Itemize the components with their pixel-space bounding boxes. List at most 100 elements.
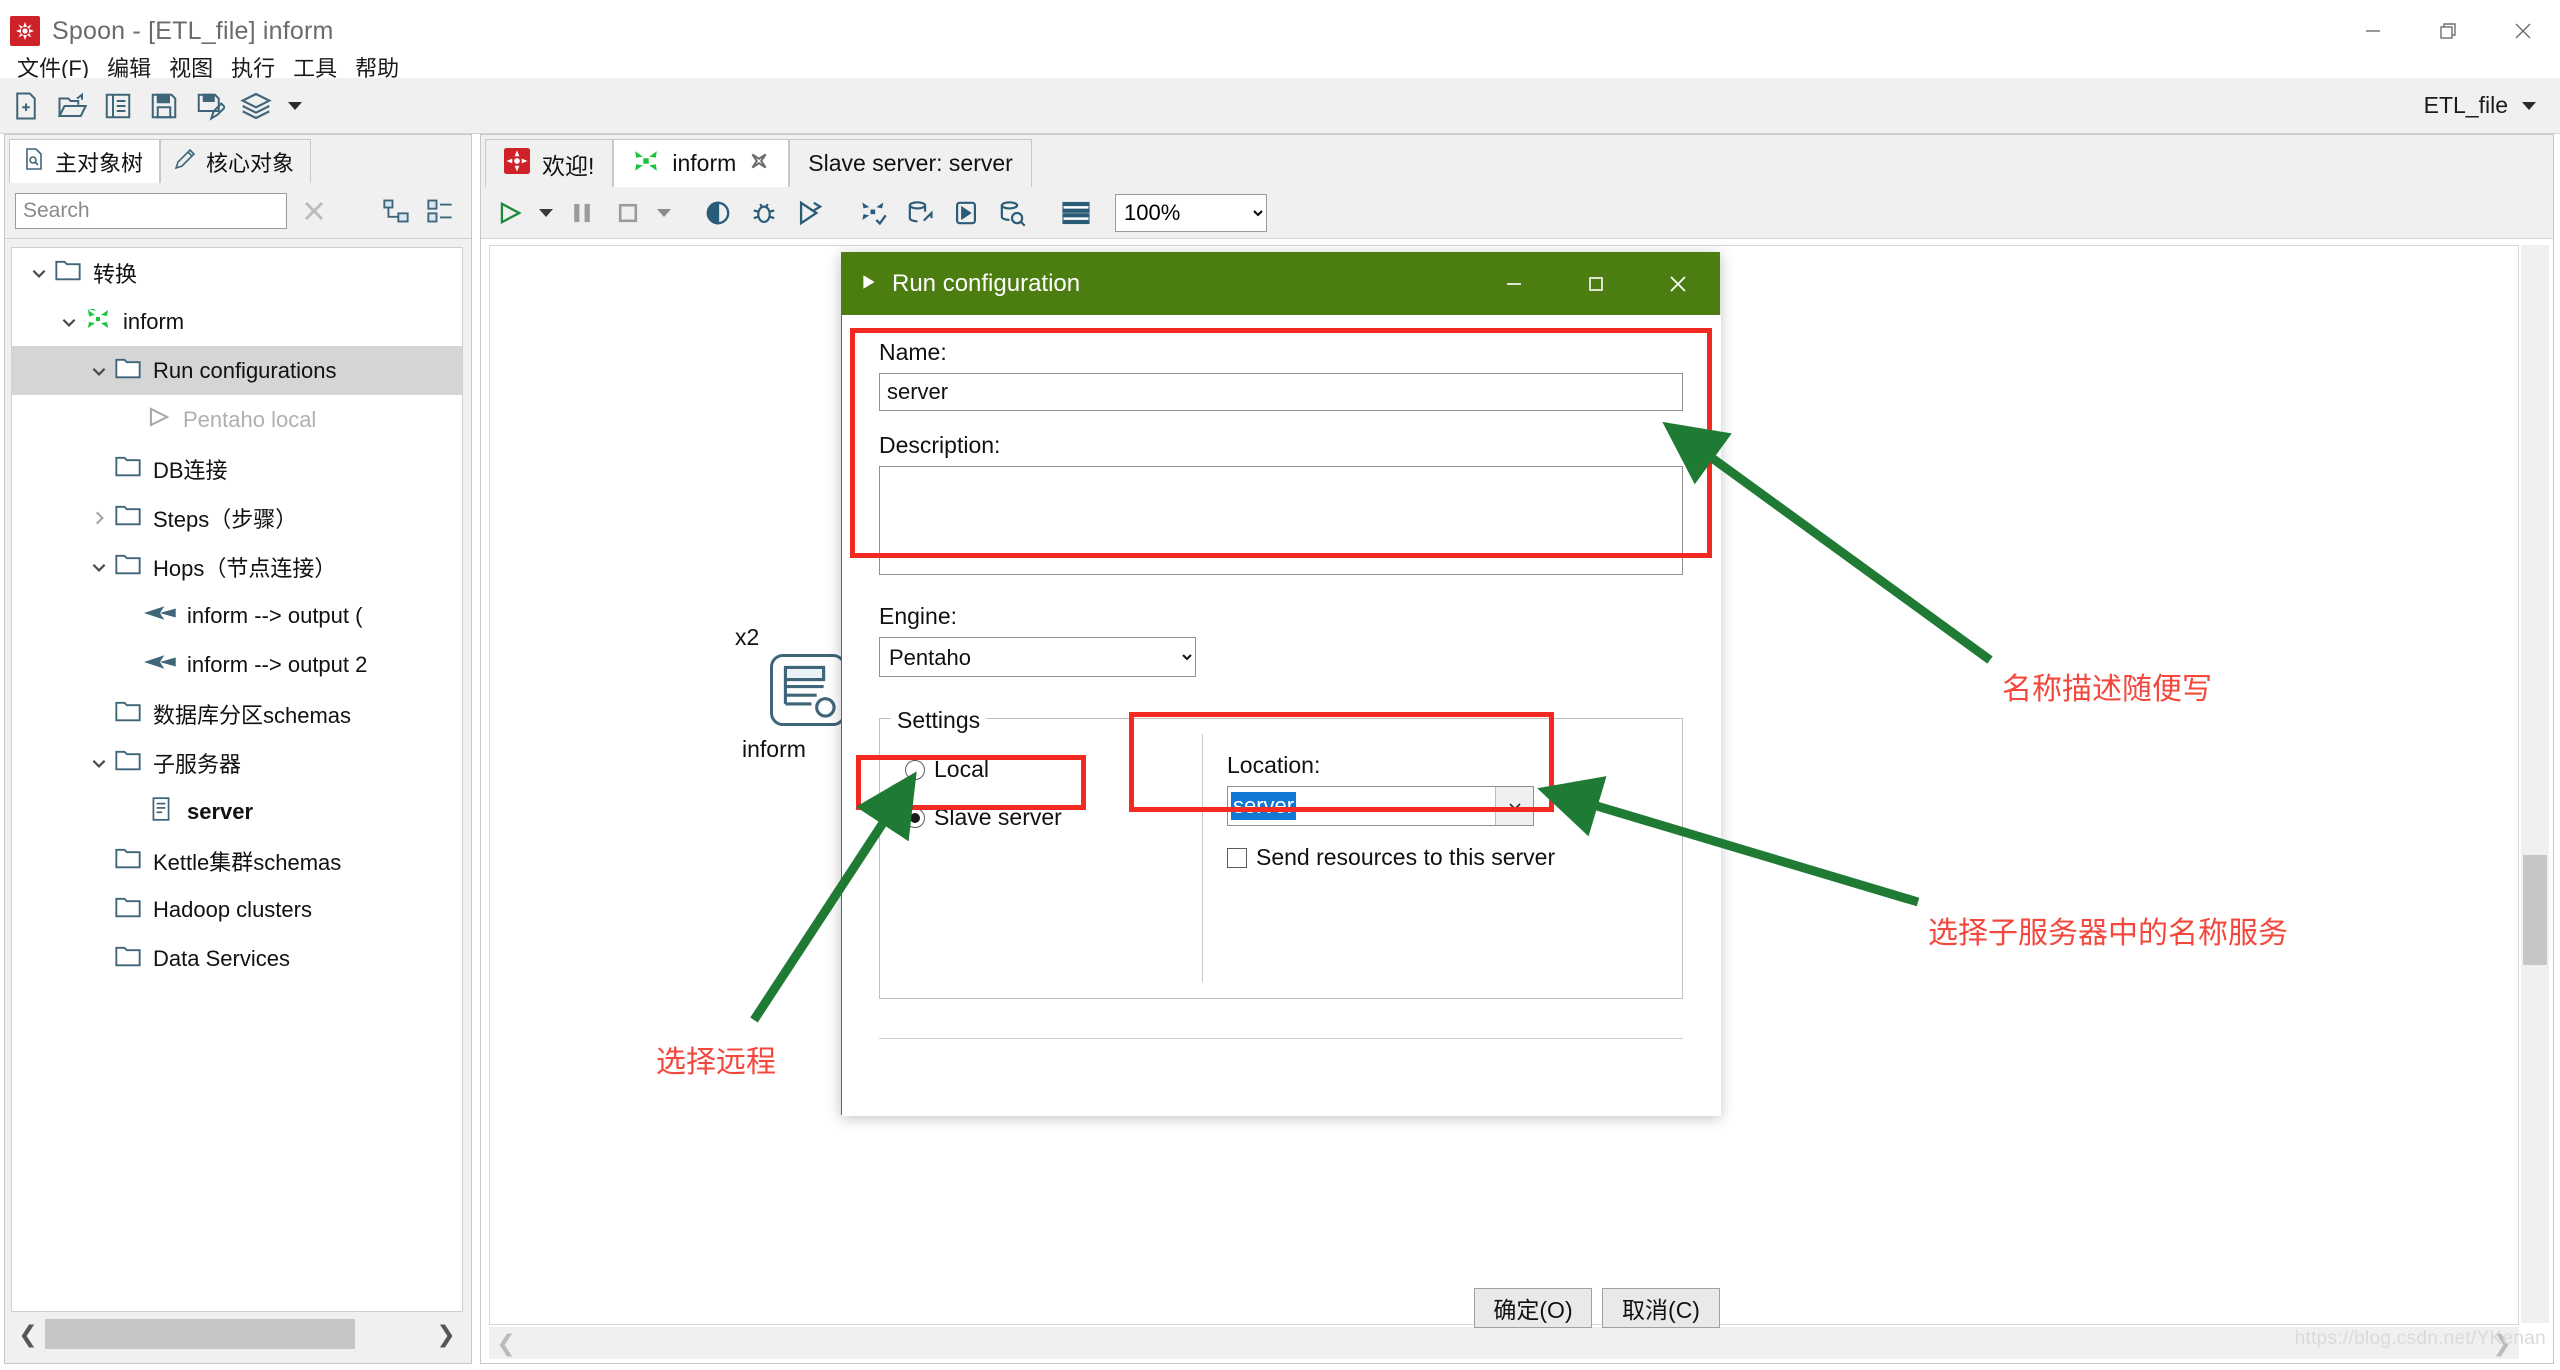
name-label: Name: xyxy=(879,339,947,365)
tree-label: Data Services xyxy=(153,945,290,971)
layers-icon[interactable] xyxy=(236,86,276,126)
tab-core-objects[interactable]: 核心对象 xyxy=(160,139,312,183)
description-label: Description: xyxy=(879,432,1001,458)
tree-item-hop[interactable]: inform --> output ( xyxy=(12,591,462,640)
tree-item-pentaho-local[interactable]: Pentaho local xyxy=(12,395,462,444)
hop-arrow-icon xyxy=(144,652,178,678)
tree-item-data-services[interactable]: Data Services xyxy=(12,934,462,983)
toolbar-dropdown-icon[interactable] xyxy=(282,86,308,126)
run-dropdown-icon[interactable] xyxy=(535,192,557,234)
hop-arrow-icon xyxy=(144,603,178,629)
new-file-icon[interactable] xyxy=(6,86,46,126)
etl-file-menu[interactable]: ETL_file xyxy=(2424,92,2536,119)
scrollbar-thumb[interactable] xyxy=(2523,855,2547,965)
chevron-down-icon[interactable] xyxy=(84,558,114,576)
save-as-icon[interactable] xyxy=(190,86,230,126)
verify-icon[interactable] xyxy=(853,192,895,234)
tab-label: 主对象树 xyxy=(55,150,144,176)
dialog-close-button[interactable] xyxy=(1637,253,1719,315)
tree-item-server[interactable]: server xyxy=(12,787,462,836)
folder-icon xyxy=(114,503,144,533)
description-textarea[interactable] xyxy=(879,466,1683,575)
editor-vertical-scrollbar[interactable] xyxy=(2521,245,2549,1323)
tab-welcome[interactable]: 欢迎! xyxy=(485,139,614,187)
left-panel-horizontal-scrollbar[interactable]: ❮ ❯ xyxy=(11,1315,463,1353)
tree-item-run-configurations[interactable]: Run configurations xyxy=(12,346,462,395)
play-icon xyxy=(860,270,878,298)
location-select[interactable]: server xyxy=(1227,786,1534,826)
object-tree[interactable]: 转换 inform Run configurations Pentaho loc… xyxy=(11,247,463,1312)
preview-icon[interactable] xyxy=(697,192,739,234)
pause-icon[interactable] xyxy=(561,192,603,234)
stop-icon[interactable] xyxy=(607,192,649,234)
tab-label: inform xyxy=(672,150,737,176)
dialog-maximize-button[interactable] xyxy=(1555,253,1637,315)
chevron-down-icon[interactable] xyxy=(84,362,114,380)
tree-label: Hadoop clusters xyxy=(153,896,312,922)
step-table-input-icon[interactable] xyxy=(770,654,846,726)
scrollbar-thumb[interactable] xyxy=(45,1319,355,1349)
close-icon[interactable] xyxy=(748,150,770,178)
server-icon xyxy=(148,796,178,828)
open-folder-icon[interactable] xyxy=(52,86,92,126)
tree-item-transformations[interactable]: 转换 xyxy=(12,248,462,297)
tree-item-slave-servers[interactable]: 子服务器 xyxy=(12,738,462,787)
dialog-minimize-button[interactable] xyxy=(1473,253,1555,315)
scroll-left-icon[interactable]: ❮ xyxy=(11,1315,45,1353)
folder-icon xyxy=(114,944,144,974)
tree-item-partition-schemas[interactable]: 数据库分区schemas xyxy=(12,689,462,738)
stop-dropdown-icon[interactable] xyxy=(653,192,675,234)
radio-button-selected-icon xyxy=(905,807,925,828)
clear-x-icon[interactable] xyxy=(297,194,331,228)
annotation-name-description: 名称描述随便写 xyxy=(2002,673,2212,706)
chevron-right-icon[interactable] xyxy=(84,509,114,527)
chevron-down-icon[interactable] xyxy=(1495,787,1533,825)
sql-icon[interactable] xyxy=(945,192,987,234)
engine-select[interactable]: PentahoSpark xyxy=(879,637,1196,677)
scroll-right-icon[interactable]: ❯ xyxy=(429,1315,463,1353)
explore-icon[interactable] xyxy=(98,86,138,126)
tree-label: inform xyxy=(123,308,185,334)
run-icon[interactable] xyxy=(489,192,531,234)
chevron-down-icon[interactable] xyxy=(84,754,114,772)
ok-button[interactable]: 确定(O) xyxy=(1474,1288,1592,1328)
spoon-icon xyxy=(504,147,530,180)
radio-local[interactable]: Local xyxy=(905,756,989,783)
location-label: Location: xyxy=(1227,752,1321,778)
tree-item-hop[interactable]: inform --> output 2 xyxy=(12,640,462,689)
debug-icon[interactable] xyxy=(743,192,785,234)
chevron-down-icon[interactable] xyxy=(24,264,54,282)
send-resources-checkbox-row[interactable]: Send resources to this server xyxy=(1227,844,1555,871)
tab-label: 核心对象 xyxy=(206,150,295,176)
tree-label: Run configurations xyxy=(153,357,337,383)
radio-slave-server[interactable]: Slave server xyxy=(905,804,1062,831)
etl-file-label: ETL_file xyxy=(2423,92,2508,118)
chevron-down-icon xyxy=(2522,101,2536,110)
tree-item-db-connections[interactable]: DB连接 xyxy=(12,444,462,493)
tab-main-object-tree[interactable]: 主对象树 xyxy=(9,139,161,183)
watermark-url: https://blog.csdn.net/YKenan xyxy=(2294,1328,2546,1349)
tree-item-steps[interactable]: Steps（步骤） xyxy=(12,493,462,542)
replay-icon[interactable] xyxy=(789,192,831,234)
tab-inform[interactable]: inform xyxy=(613,139,790,187)
tree-item-inform[interactable]: inform xyxy=(12,297,462,346)
chevron-down-icon[interactable] xyxy=(54,313,84,331)
impact-icon[interactable] xyxy=(899,192,941,234)
cancel-button[interactable]: 取消(C) xyxy=(1602,1288,1720,1328)
tree-item-cluster-schemas[interactable]: Kettle集群schemas xyxy=(12,836,462,885)
save-icon[interactable] xyxy=(144,86,184,126)
editor-horizontal-scrollbar[interactable]: ❮ ❯ xyxy=(489,1327,2519,1359)
grid-icon[interactable] xyxy=(1055,192,1097,234)
inspect-icon[interactable] xyxy=(991,192,1033,234)
checkbox-icon[interactable] xyxy=(1227,847,1247,868)
tab-slave-server[interactable]: Slave server: server xyxy=(789,139,1032,187)
tree-item-hadoop-clusters[interactable]: Hadoop clusters xyxy=(12,885,462,934)
tree-item-hops[interactable]: Hops（节点连接） xyxy=(12,542,462,591)
search-input[interactable] xyxy=(15,192,287,229)
name-input[interactable] xyxy=(879,373,1683,411)
radio-slave-label: Slave server xyxy=(934,804,1062,830)
collapse-all-icon[interactable] xyxy=(423,194,457,228)
zoom-select[interactable]: 100%75%50%200% xyxy=(1115,193,1267,232)
scroll-left-icon[interactable]: ❮ xyxy=(489,1324,523,1362)
expand-all-icon[interactable] xyxy=(379,194,413,228)
